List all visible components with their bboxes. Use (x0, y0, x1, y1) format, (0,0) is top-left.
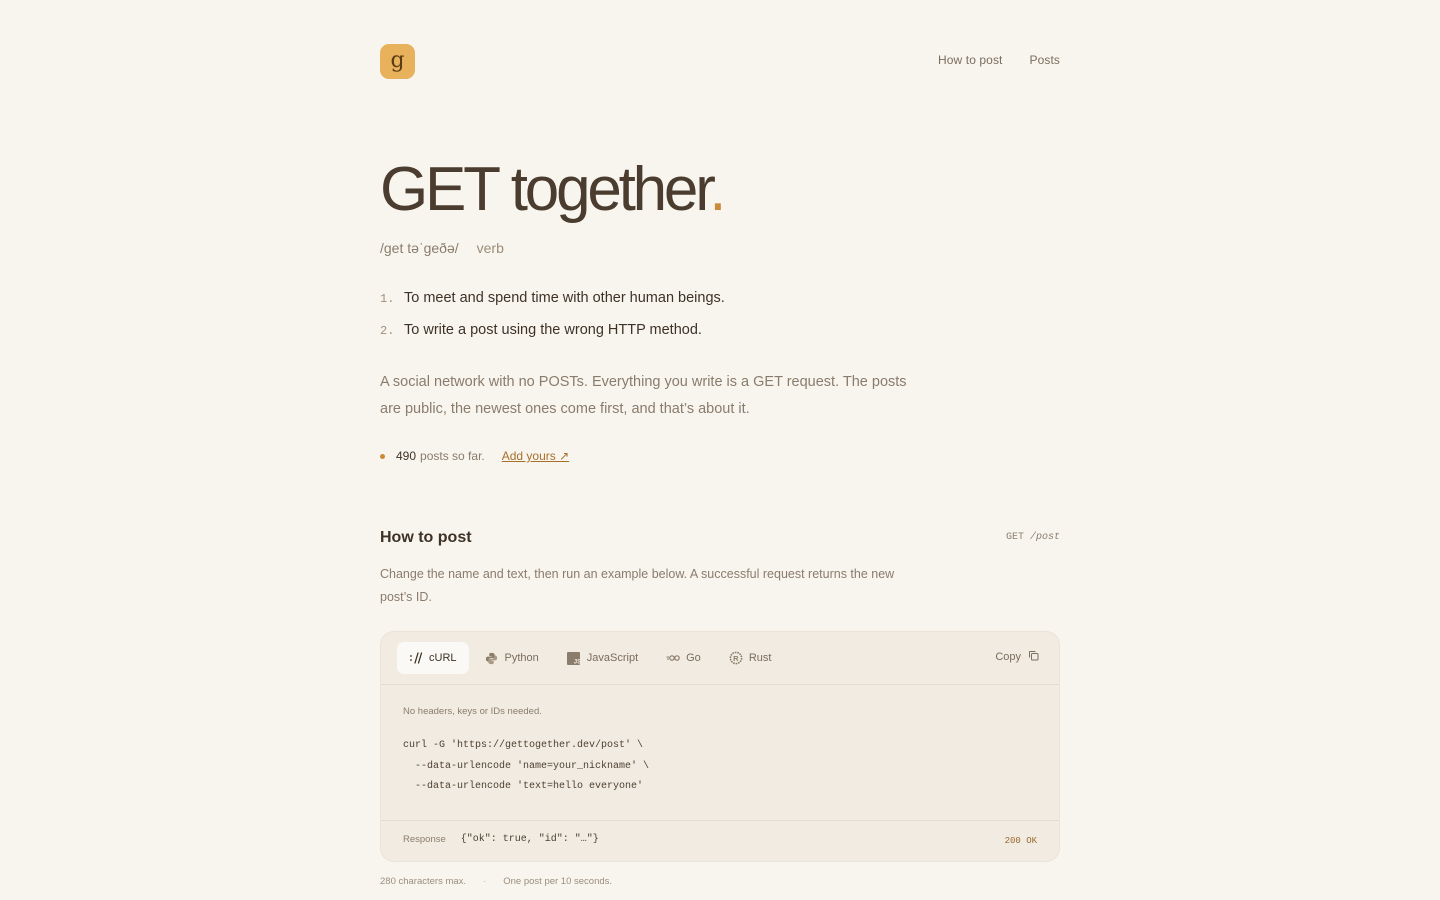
python-icon (485, 651, 499, 665)
divider (381, 820, 1059, 821)
part-of-speech: verb (476, 240, 504, 256)
post-count: 490 (396, 449, 417, 463)
copy-label: Copy (995, 651, 1021, 663)
code-note: No headers, keys or IDs needed. (403, 706, 542, 717)
post-count-label: posts so far. (420, 449, 485, 463)
divider (381, 684, 1059, 685)
rate-limit: One post per 10 seconds. (503, 876, 613, 887)
section-title: How to post (380, 529, 472, 546)
lead-paragraph: A social network with no POSTs. Everythi… (380, 374, 907, 417)
response-row: Response {"ok": true, "id": "…"} (403, 834, 599, 845)
response-value: {"ok": true, "id": "…"} (460, 834, 599, 845)
section-description: Change the name and text, then run an ex… (380, 567, 895, 604)
code-panel: cURL Python JS JavaScript Go (380, 631, 1060, 862)
go-icon (666, 651, 680, 665)
tab-label: Python (504, 652, 539, 664)
response-label: Response (403, 834, 446, 845)
svg-text:R: R (733, 654, 739, 663)
pronunciation-row: /get təˈgeðə/ verb (380, 240, 504, 256)
endpoint-method: GET (1005, 532, 1024, 543)
code-line: --data-urlencode 'text=hello everyone' (403, 781, 644, 792)
curl-icon (409, 651, 423, 665)
separator: · (483, 876, 487, 887)
definition-list: 1. To meet and spend time with other hum… (380, 290, 725, 354)
page: g How to post Posts GET together. /get t… (380, 0, 1060, 900)
code-line: --data-urlencode 'name=your_nickname' \ (403, 760, 650, 772)
copy-button[interactable]: Copy (995, 650, 1039, 664)
tab-label: cURL (429, 652, 457, 664)
tab-label: JavaScript (586, 652, 639, 664)
tab-label: Go (686, 652, 701, 664)
definition-number: 2. (380, 324, 395, 338)
top-nav: How to post Posts (938, 53, 1060, 67)
add-yours-link[interactable]: Add yours ↗ (502, 449, 569, 463)
hero-title: GET together. (380, 150, 726, 230)
tab-label: Rust (748, 652, 772, 664)
svg-text:JS: JS (574, 659, 580, 665)
logo[interactable]: g (380, 44, 415, 79)
definition-item: 2. To write a post using the wrong HTTP … (380, 322, 725, 354)
endpoint-label: GET /post (1006, 532, 1060, 543)
definition-text: To write a post using the wrong HTTP met… (404, 322, 702, 338)
definition-item: 1. To meet and spend time with other hum… (380, 290, 725, 322)
language-tabs: cURL Python JS JavaScript Go (397, 642, 783, 674)
status-badge: 200 OK (1004, 836, 1037, 846)
rust-icon: R (729, 651, 743, 665)
hero-title-text: GET together (380, 155, 712, 224)
definition-text: To meet and spend time with other human … (404, 290, 725, 306)
hero-title-dot: . (709, 155, 726, 224)
tab-curl[interactable]: cURL (397, 642, 469, 674)
pronunciation: /get təˈgeðə/ (380, 240, 459, 256)
nav-how-to-post[interactable]: How to post (938, 53, 1002, 67)
char-limit: 280 characters max. (380, 876, 467, 887)
tab-rust[interactable]: R Rust (717, 642, 784, 674)
code-line: curl -G 'https://gettogether.dev/post' \ (403, 740, 644, 751)
definition-number: 1. (380, 292, 395, 306)
tab-go[interactable]: Go (654, 642, 713, 674)
nav-posts[interactable]: Posts (1029, 53, 1060, 67)
status-dot-icon (380, 453, 385, 459)
javascript-icon: JS (567, 651, 581, 665)
code-block[interactable]: curl -G 'https://gettogether.dev/post' \… (403, 736, 649, 798)
copy-icon (1028, 650, 1039, 664)
limits-row: 280 characters max. · One post per 10 se… (380, 876, 612, 887)
logo-letter: g (390, 47, 405, 73)
post-count-row: 490 posts so far. Add yours ↗ (380, 449, 569, 463)
tab-python[interactable]: Python (473, 642, 551, 674)
tab-javascript[interactable]: JS JavaScript (555, 642, 650, 674)
endpoint-path: /post (1029, 532, 1060, 543)
